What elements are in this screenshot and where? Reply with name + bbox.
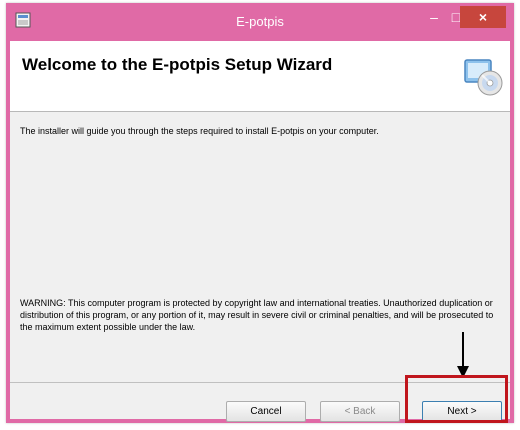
wizard-heading: Welcome to the E-potpis Setup Wizard — [22, 55, 333, 74]
down-arrow-icon — [457, 332, 469, 378]
wizard-body: The installer will guide you through the… — [10, 112, 510, 383]
close-button[interactable]: × — [460, 6, 506, 28]
setup-window: E-potpis – □ × Welcome to the E-potpis S… — [6, 3, 514, 423]
wizard-header: Welcome to the E-potpis Setup Wizard — [10, 41, 510, 112]
back-button[interactable]: < Back — [320, 401, 400, 422]
intro-text: The installer will guide you through the… — [20, 126, 379, 136]
setup-cd-icon — [464, 59, 503, 96]
copyright-warning: WARNING: This computer program is protec… — [20, 298, 494, 332]
cancel-button[interactable]: Cancel — [226, 401, 306, 422]
title-bar[interactable]: E-potpis – □ × — [6, 3, 514, 41]
next-button-highlight — [405, 375, 508, 423]
